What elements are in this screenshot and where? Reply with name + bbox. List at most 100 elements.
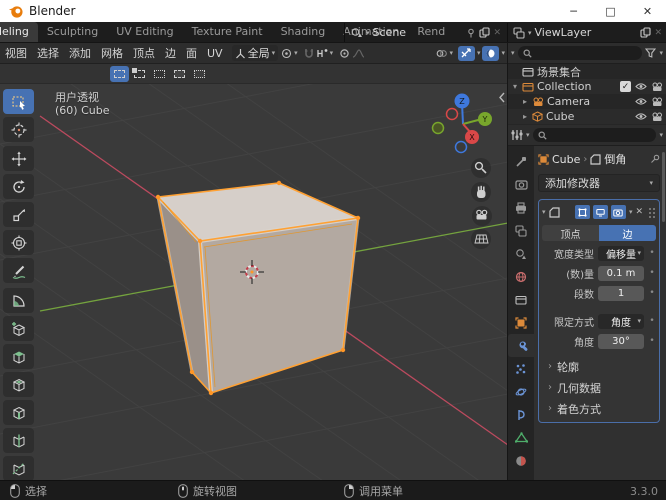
- properties-editor-chevron[interactable]: ▾: [526, 131, 530, 139]
- tool-measure[interactable]: [3, 288, 34, 313]
- properties-filter-chevron[interactable]: ▾: [659, 131, 663, 139]
- tab-physics-properties[interactable]: [508, 380, 534, 403]
- hide-eye-icon[interactable]: [635, 97, 647, 106]
- filter-chevron[interactable]: ▾: [659, 49, 663, 57]
- viewport-canvas[interactable]: Z Y X 用户透视 (60) Cube: [0, 84, 508, 480]
- tab-particle-properties[interactable]: [508, 357, 534, 380]
- modifier-extras-chevron[interactable]: ▾: [629, 208, 633, 216]
- tab-constraint-properties[interactable]: [508, 403, 534, 426]
- menu-add[interactable]: 添加: [64, 45, 96, 61]
- tool-loop-cut[interactable]: [3, 428, 34, 453]
- collection-checkbox[interactable]: ✓: [620, 81, 631, 92]
- tab-collection-properties[interactable]: [508, 288, 534, 311]
- pivot-point-dropdown[interactable]: ▾: [278, 47, 301, 60]
- proportional-editing-controls[interactable]: [336, 47, 368, 60]
- tab-world-properties[interactable]: [508, 265, 534, 288]
- tab-scene-properties[interactable]: [508, 242, 534, 265]
- tool-add-cube[interactable]: [3, 316, 34, 341]
- tab-object-data-properties[interactable]: [508, 426, 534, 449]
- tab-edges[interactable]: 边: [599, 225, 656, 241]
- properties-scrollbar[interactable]: [662, 152, 665, 222]
- menu-mesh[interactable]: 网格: [96, 45, 128, 61]
- pin-icon[interactable]: [650, 154, 660, 164]
- outliner-search-input[interactable]: [517, 46, 643, 60]
- tool-extrude-region[interactable]: [3, 344, 34, 369]
- properties-editor-icon[interactable]: [511, 129, 523, 141]
- pin-icon[interactable]: [466, 28, 476, 38]
- tab-vertices[interactable]: 顶点: [542, 225, 599, 241]
- tool-knife[interactable]: [3, 456, 34, 480]
- menu-uv[interactable]: UV: [202, 47, 228, 60]
- menu-select[interactable]: 选择: [32, 45, 64, 61]
- amount-field[interactable]: 0.1 m: [598, 265, 644, 281]
- close-button[interactable]: ✕: [629, 0, 666, 22]
- menu-view[interactable]: 视图: [0, 45, 32, 61]
- disable-render-camera-icon[interactable]: [651, 82, 663, 92]
- tab-material-properties[interactable]: [508, 449, 534, 472]
- tool-rotate[interactable]: [3, 174, 34, 199]
- select-mode-subtract-button[interactable]: [150, 66, 169, 82]
- xray-toggle[interactable]: [457, 45, 475, 61]
- workspace-tab-sculpting[interactable]: Sculpting: [38, 22, 107, 42]
- select-mode-invert-button[interactable]: [170, 66, 189, 82]
- properties-search-input[interactable]: [532, 128, 657, 142]
- transform-orientation-dropdown[interactable]: 全局 ▾: [231, 45, 279, 61]
- animate-dot-icon[interactable]: •: [648, 248, 656, 258]
- new-scene-icon[interactable]: [479, 27, 491, 38]
- expand-icon[interactable]: ▸: [521, 97, 529, 106]
- drag-handle-icon[interactable]: [648, 207, 656, 218]
- select-mode-intersect-button[interactable]: [190, 66, 209, 82]
- tool-bevel[interactable]: [3, 400, 34, 425]
- section-profile[interactable]: › 轮廓: [542, 357, 656, 376]
- breadcrumb-object[interactable]: Cube: [552, 153, 580, 166]
- maximize-button[interactable]: □: [592, 0, 629, 22]
- xray-chevron[interactable]: ▾: [477, 49, 481, 57]
- tab-tool-properties[interactable]: [508, 150, 534, 173]
- hide-eye-icon[interactable]: [635, 112, 647, 121]
- scene-selector[interactable]: ▾ Scene ✕: [347, 22, 505, 43]
- outliner-row-camera[interactable]: ▸ Camera: [508, 94, 666, 109]
- tool-select-box[interactable]: [3, 89, 34, 114]
- tool-inset-faces[interactable]: [3, 372, 34, 397]
- display-realtime-toggle[interactable]: [592, 205, 608, 219]
- viewlayer-dropdown-chevron[interactable]: ▾: [528, 29, 532, 37]
- section-shading[interactable]: › 着色方式: [542, 399, 656, 418]
- delete-modifier-icon[interactable]: ✕: [635, 207, 643, 217]
- tab-object-properties[interactable]: [508, 311, 534, 334]
- viewlayer-selector[interactable]: ▾ ViewLayer ✕: [509, 22, 666, 43]
- display-render-toggle[interactable]: [610, 205, 626, 219]
- animate-dot-icon[interactable]: •: [648, 336, 656, 346]
- workspace-tab-uv-editing[interactable]: UV Editing: [107, 22, 182, 42]
- scene-name[interactable]: Scene: [373, 26, 407, 39]
- animate-dot-icon[interactable]: •: [648, 288, 656, 298]
- animate-dot-icon[interactable]: •: [648, 268, 656, 278]
- segments-field[interactable]: 1: [598, 285, 644, 301]
- viewlayer-name[interactable]: ViewLayer: [535, 26, 592, 39]
- workspace-tab-modeling[interactable]: deling: [0, 22, 38, 42]
- expand-icon[interactable]: ▸: [521, 112, 529, 121]
- collapse-chevron[interactable]: ▾: [542, 208, 546, 216]
- select-mode-extend-button[interactable]: [130, 66, 149, 82]
- section-geometry[interactable]: › 几何数据: [542, 378, 656, 397]
- select-mode-new-button[interactable]: [110, 65, 129, 82]
- tab-render-properties[interactable]: [508, 173, 534, 196]
- menu-vertex[interactable]: 顶点: [128, 45, 160, 61]
- show-gizmo-dropdown[interactable]: ▾: [433, 47, 456, 60]
- tool-cursor[interactable]: [3, 117, 34, 142]
- workspace-tab-shading[interactable]: Shading: [272, 22, 335, 42]
- gizmo-neg-x[interactable]: [445, 107, 459, 121]
- outliner-editor-chevron[interactable]: ▾: [511, 49, 515, 57]
- tab-output-properties[interactable]: [508, 196, 534, 219]
- workspace-tab-texture-paint[interactable]: Texture Paint: [183, 22, 272, 42]
- new-viewlayer-icon[interactable]: [640, 27, 652, 38]
- remove-viewlayer-icon[interactable]: ✕: [654, 28, 662, 38]
- snap-controls[interactable]: ▾: [301, 47, 337, 60]
- display-editmode-toggle[interactable]: [574, 205, 590, 219]
- tab-modifier-properties[interactable]: [508, 334, 534, 357]
- menu-edge[interactable]: 边: [160, 45, 181, 61]
- menu-face[interactable]: 面: [181, 45, 202, 61]
- outliner-row-scene-collection[interactable]: ▾ 场景集合: [508, 64, 666, 79]
- shading-mode-button[interactable]: [482, 45, 500, 61]
- hide-eye-icon[interactable]: [635, 82, 647, 91]
- filter-icon[interactable]: [645, 48, 657, 58]
